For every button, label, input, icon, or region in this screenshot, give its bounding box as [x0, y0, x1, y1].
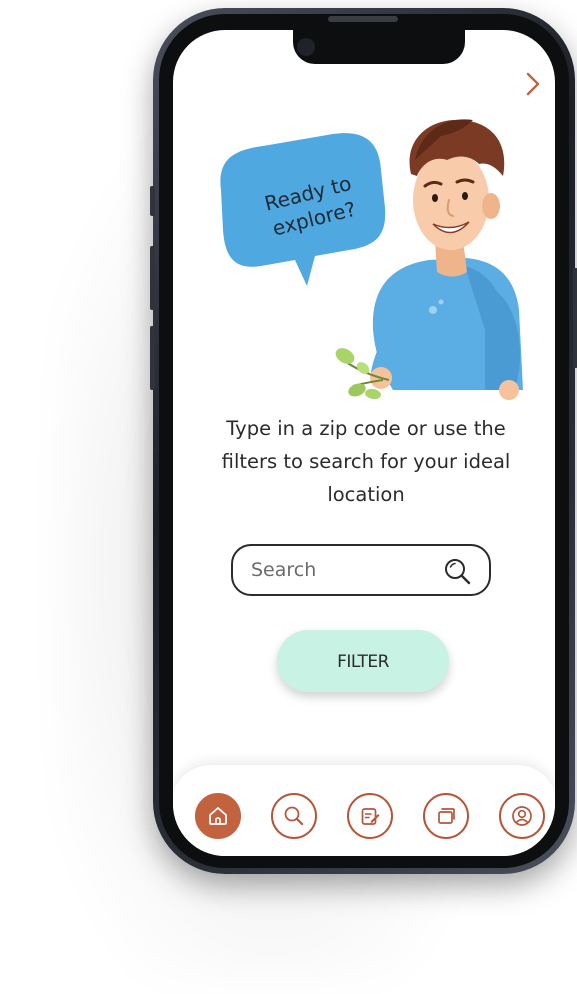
notch: [293, 30, 465, 64]
side-button: [150, 186, 155, 216]
tab-collections[interactable]: [423, 793, 469, 839]
tab-notes[interactable]: [347, 793, 393, 839]
home-icon: [209, 807, 227, 825]
person-figure: [370, 119, 523, 400]
search-icon[interactable]: [443, 557, 473, 587]
power-button: [573, 268, 577, 368]
tab-home[interactable]: [195, 793, 241, 839]
speaker-grille: [328, 16, 398, 22]
search-field[interactable]: [231, 544, 491, 596]
app-screen: Ready to explore? Type in a zip code or …: [173, 30, 555, 856]
volume-up-button: [150, 246, 155, 310]
front-camera: [297, 38, 315, 56]
layers-icon: [438, 808, 455, 824]
explorer-illustration: [220, 119, 523, 400]
search-input[interactable]: [251, 556, 431, 584]
phone-frame: Ready to explore? Type in a zip code or …: [150, 8, 577, 874]
search-icon: [284, 806, 304, 826]
edit-note-icon: [361, 808, 380, 825]
intro-description: Type in a zip code or use the filters to…: [221, 417, 511, 506]
bottom-tab-bar: [173, 765, 555, 856]
mockup-scene: Ready to explore? Type in a zip code or …: [0, 0, 577, 994]
tab-search[interactable]: [271, 793, 317, 839]
volume-down-button: [150, 326, 155, 390]
user-icon: [512, 806, 532, 826]
filter-button[interactable]: FILTER: [277, 630, 449, 692]
tab-profile[interactable]: [499, 793, 545, 839]
